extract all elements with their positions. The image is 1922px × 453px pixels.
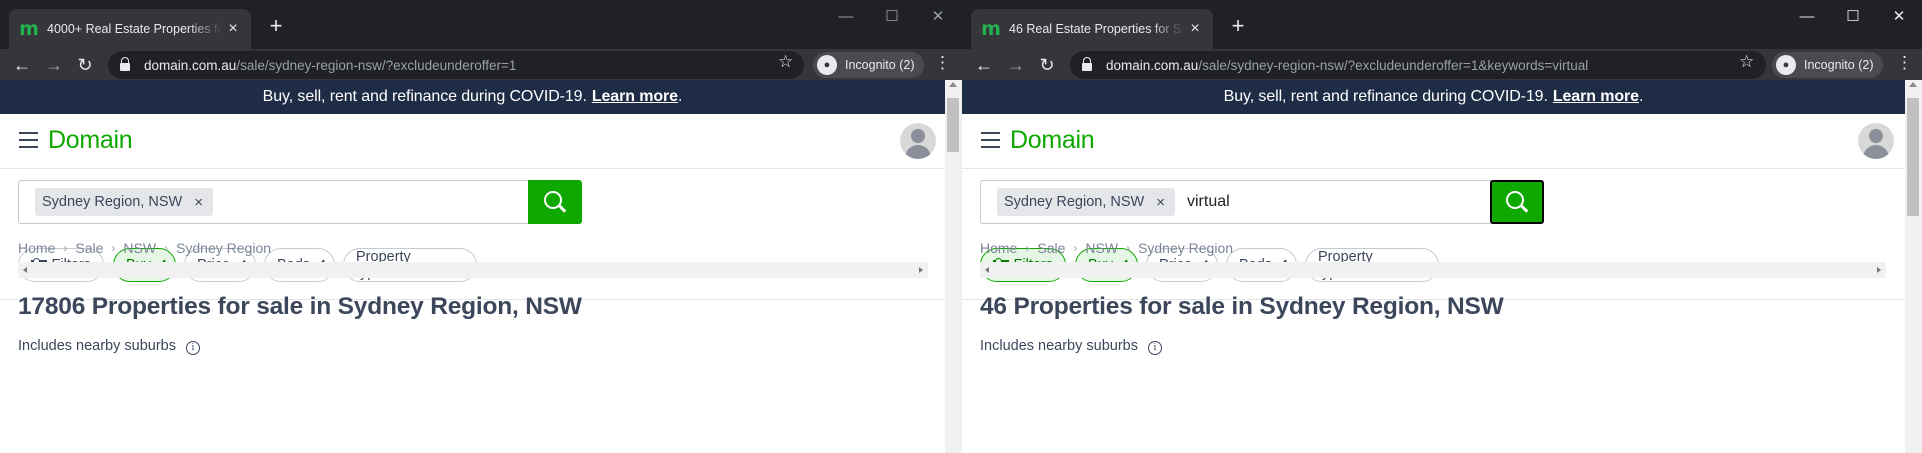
address-bar[interactable]: domain.com.au/sale/sydney-region-nsw/?ex… <box>108 51 804 79</box>
browser-window-left: m 4000+ Real Estate Properties for Sale … <box>0 0 962 453</box>
browser-tab[interactable]: m 4000+ Real Estate Properties for Sale … <box>9 9 251 49</box>
address-bar[interactable]: domain.com.au/sale/sydney-region-nsw/?ex… <box>1070 51 1766 79</box>
breadcrumb-home[interactable]: Home <box>18 240 55 256</box>
window-controls: — ☐ ✕ <box>1784 0 1922 32</box>
search-button[interactable] <box>1490 180 1544 224</box>
tab-title: 4000+ Real Estate Properties for Sale <box>47 22 223 36</box>
search-button[interactable] <box>528 180 582 224</box>
breadcrumb-sydney-region[interactable]: Sydney Region <box>1138 240 1233 256</box>
breadcrumb: Home › Sale › NSW › Sydney Region <box>980 240 1234 256</box>
page-title: 17806 Properties for sale in Sydney Regi… <box>18 293 582 320</box>
back-icon[interactable]: ← <box>10 53 34 77</box>
url-text: domain.com.au/sale/sydney-region-nsw/?ex… <box>144 57 517 73</box>
close-tab-icon[interactable]: × <box>223 20 243 38</box>
forward-icon[interactable]: → <box>42 53 66 77</box>
site-header: Domain <box>0 114 945 169</box>
lock-icon <box>120 57 130 71</box>
remove-chip-icon[interactable]: × <box>194 194 203 211</box>
breadcrumb-sale[interactable]: Sale <box>75 240 103 256</box>
page-title: 46 Properties for sale in Sydney Region,… <box>980 293 1504 320</box>
reload-icon[interactable]: ↻ <box>1035 53 1059 77</box>
banner-text: Buy, sell, rent and refinance during COV… <box>1223 88 1548 105</box>
location-chip-label: Sydney Region, NSW <box>1004 194 1145 210</box>
search-row: Sydney Region, NSW × virtual <box>962 169 1905 235</box>
bookmark-star-icon[interactable]: ☆ <box>778 52 793 72</box>
window-controls: — ☐ ✕ <box>823 0 961 32</box>
banner-text: Buy, sell, rent and refinance during COV… <box>262 88 587 105</box>
domain-favicon-icon: m <box>981 17 1001 40</box>
maximize-icon[interactable]: ☐ <box>869 0 915 32</box>
domain-favicon-icon: m <box>19 17 39 40</box>
forward-icon[interactable]: → <box>1004 53 1028 77</box>
incognito-label: Incognito (2) <box>1804 58 1874 72</box>
page-scrollbar[interactable] <box>1905 80 1922 453</box>
breadcrumb-scrollbar[interactable] <box>18 262 928 278</box>
avatar[interactable] <box>1858 123 1894 159</box>
url-text: domain.com.au/sale/sydney-region-nsw/?ex… <box>1106 57 1589 73</box>
covid-banner: Buy, sell, rent and refinance during COV… <box>0 80 945 114</box>
breadcrumb-sydney-region[interactable]: Sydney Region <box>176 240 271 256</box>
info-icon[interactable]: i <box>186 341 200 355</box>
location-chip: Sydney Region, NSW × <box>35 188 213 216</box>
incognito-icon: ● <box>817 55 837 75</box>
location-chip-label: Sydney Region, NSW <box>42 194 183 210</box>
search-keyword: virtual <box>1187 193 1230 210</box>
breadcrumb-home[interactable]: Home <box>980 240 1017 256</box>
remove-chip-icon[interactable]: × <box>1156 194 1165 211</box>
browser-tab[interactable]: m 46 Real Estate Properties for Sale × <box>971 9 1213 49</box>
search-input[interactable]: Sydney Region, NSW × <box>18 180 530 224</box>
search-icon <box>544 191 562 209</box>
learn-more-link[interactable]: Learn more <box>1553 88 1639 106</box>
breadcrumb: Home › Sale › NSW › Sydney Region <box>18 240 272 256</box>
search-row: Sydney Region, NSW × <box>0 169 945 235</box>
search-input[interactable]: Sydney Region, NSW × virtual <box>980 180 1492 224</box>
maximize-icon[interactable]: ☐ <box>1830 0 1876 32</box>
learn-more-link[interactable]: Learn more <box>592 88 678 106</box>
bookmark-star-icon[interactable]: ☆ <box>1739 52 1754 72</box>
breadcrumb-nsw[interactable]: NSW <box>1085 240 1118 256</box>
hamburger-menu-icon[interactable] <box>981 132 1000 148</box>
page-scrollbar[interactable] <box>945 80 962 453</box>
breadcrumb-sale[interactable]: Sale <box>1037 240 1065 256</box>
domain-logo[interactable]: Domain <box>1010 126 1095 155</box>
hamburger-menu-icon[interactable] <box>19 132 38 148</box>
browser-toolbar: ← → ↻ domain.com.au/sale/sydney-region-n… <box>0 49 962 80</box>
info-icon[interactable]: i <box>1148 341 1162 355</box>
browser-window-right: m 46 Real Estate Properties for Sale × +… <box>962 0 1922 453</box>
close-window-icon[interactable]: ✕ <box>1876 0 1922 32</box>
incognito-badge[interactable]: ● Incognito (2) <box>813 52 925 78</box>
covid-banner: Buy, sell, rent and refinance during COV… <box>962 80 1905 114</box>
browser-toolbar: ← → ↻ domain.com.au/sale/sydney-region-n… <box>962 49 1922 80</box>
reload-icon[interactable]: ↻ <box>73 53 97 77</box>
avatar[interactable] <box>900 123 936 159</box>
scrollbar-thumb[interactable] <box>947 98 959 152</box>
nearby-suburbs-note: Includes nearby suburbs i <box>18 337 200 355</box>
browser-menu-icon[interactable]: ⋮ <box>934 53 951 73</box>
nearby-suburbs-note: Includes nearby suburbs i <box>980 337 1162 355</box>
close-tab-icon[interactable]: × <box>1185 20 1205 38</box>
incognito-label: Incognito (2) <box>845 58 915 72</box>
incognito-badge[interactable]: ● Incognito (2) <box>1772 52 1884 78</box>
tab-strip: m 4000+ Real Estate Properties for Sale … <box>0 0 962 49</box>
incognito-icon: ● <box>1776 55 1796 75</box>
new-tab-button[interactable]: + <box>1224 13 1252 41</box>
domain-logo[interactable]: Domain <box>48 126 133 155</box>
site-header: Domain <box>962 114 1905 169</box>
new-tab-button[interactable]: + <box>262 13 290 41</box>
browser-menu-icon[interactable]: ⋮ <box>1896 53 1913 73</box>
tab-strip: m 46 Real Estate Properties for Sale × +… <box>962 0 1922 49</box>
location-chip: Sydney Region, NSW × <box>997 188 1175 216</box>
scrollbar-thumb[interactable] <box>1907 98 1919 216</box>
back-icon[interactable]: ← <box>972 53 996 77</box>
lock-icon <box>1082 57 1092 71</box>
search-icon <box>1506 191 1524 209</box>
minimize-icon[interactable]: — <box>1784 0 1830 32</box>
breadcrumb-scrollbar[interactable] <box>980 262 1886 278</box>
breadcrumb-nsw[interactable]: NSW <box>123 240 156 256</box>
minimize-icon[interactable]: — <box>823 0 869 32</box>
tab-title: 46 Real Estate Properties for Sale <box>1009 22 1185 36</box>
close-window-icon[interactable]: ✕ <box>915 0 961 32</box>
